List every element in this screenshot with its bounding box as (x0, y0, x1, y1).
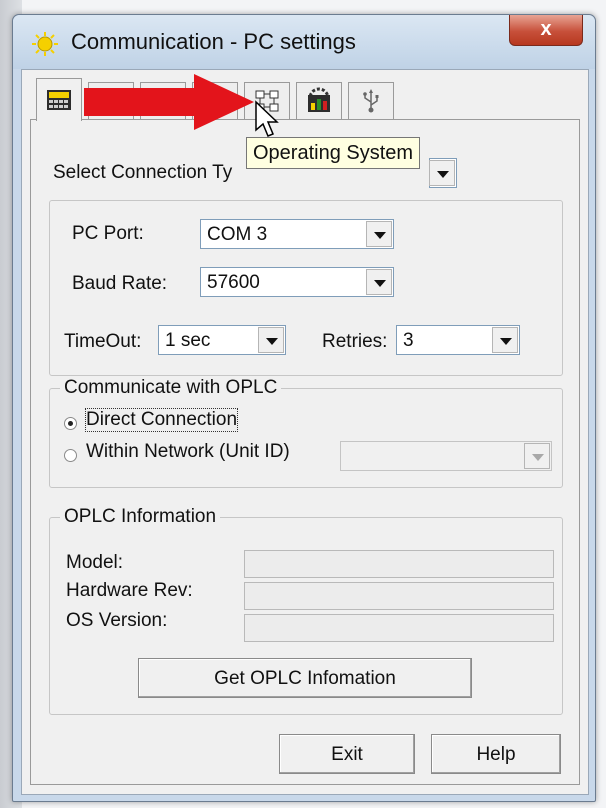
baud-rate-value: 57600 (207, 272, 260, 293)
controller-icon (47, 90, 71, 110)
timeout-value: 1 sec (165, 330, 211, 351)
chevron-down-icon[interactable] (258, 327, 284, 353)
pc-port-label: PC Port: (72, 223, 144, 244)
chevron-down-icon[interactable] (366, 269, 392, 295)
chevron-down-icon[interactable] (366, 221, 392, 247)
model-label: Model: (66, 552, 124, 573)
annotation-arrow-icon (84, 74, 254, 130)
communicate-group-title: Communicate with OPLC (60, 377, 282, 399)
port-settings-group: PC Port: COM 3 Baud Rate: 57600 TimeOut:… (49, 200, 563, 376)
retries-value: 3 (403, 330, 414, 351)
connection-type-label: Select Connection Ty (53, 162, 233, 183)
exit-button[interactable]: Exit (279, 734, 415, 774)
tab-chart[interactable] (296, 82, 342, 119)
title-bar[interactable]: Communication - PC settings x (13, 15, 595, 69)
hardware-rev-field (244, 582, 554, 610)
help-button[interactable]: Help (431, 734, 561, 774)
direct-connection-radio[interactable] (64, 417, 77, 430)
os-version-label: OS Version: (66, 610, 168, 631)
within-network-radio[interactable] (64, 449, 77, 462)
tab-controller[interactable] (36, 78, 82, 121)
tab-panel: Select Connection Ty PC Port: COM 3 Baud… (30, 119, 580, 785)
chart-screen-icon (308, 87, 330, 112)
dialog-window: Communication - PC settings x Ab (12, 14, 596, 802)
mouse-cursor-icon (255, 100, 279, 137)
pc-port-value: COM 3 (207, 224, 268, 245)
app-icon (32, 32, 58, 56)
os-version-field (244, 614, 554, 642)
close-icon: x (540, 18, 552, 40)
timeout-select[interactable]: 1 sec (158, 325, 286, 355)
model-field (244, 550, 554, 578)
retries-select[interactable]: 3 (396, 325, 520, 355)
tooltip: Operating System (246, 137, 421, 169)
retries-label: Retries: (322, 331, 388, 352)
direct-connection-label[interactable]: Direct Connection (84, 408, 239, 432)
tab-usb[interactable] (348, 82, 394, 119)
unit-id-select[interactable] (340, 441, 552, 471)
pc-port-select[interactable]: COM 3 (200, 219, 394, 249)
hardware-rev-label: Hardware Rev: (66, 580, 193, 601)
window-title: Communication - PC settings (71, 29, 356, 54)
chevron-down-icon[interactable] (524, 443, 550, 469)
within-network-label[interactable]: Within Network (Unit ID) (86, 441, 290, 463)
timeout-label: TimeOut: (64, 331, 142, 352)
oplc-info-title: OPLC Information (60, 506, 221, 528)
oplc-info-group: OPLC Information Model: Hardware Rev: OS… (49, 506, 563, 715)
usb-icon (363, 89, 379, 113)
connection-type-select[interactable] (429, 158, 457, 188)
dialog-client-area: Ab (21, 69, 589, 795)
close-button[interactable]: x (509, 15, 583, 46)
baud-rate-select[interactable]: 57600 (200, 267, 394, 297)
get-oplc-info-button[interactable]: Get OPLC Infomation (138, 658, 472, 698)
chevron-down-icon[interactable] (492, 327, 518, 353)
baud-rate-label: Baud Rate: (72, 273, 168, 294)
chevron-down-icon[interactable] (429, 160, 455, 186)
communicate-group: Communicate with OPLC Direct Connection … (49, 377, 563, 488)
